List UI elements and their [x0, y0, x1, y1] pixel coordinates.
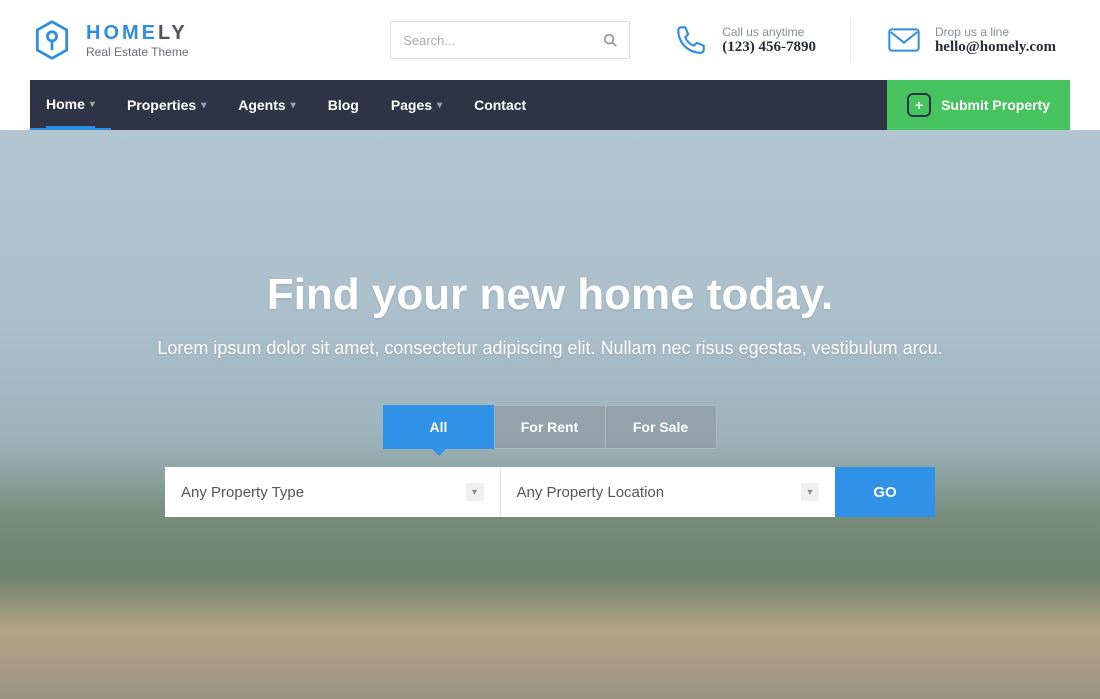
search-box	[390, 21, 630, 59]
hero: Find your new home today. Lorem ipsum do…	[0, 130, 1100, 699]
contact-phone[interactable]: Call us anytime (123) 456-7890	[658, 21, 830, 59]
nav-blog[interactable]: Blog	[312, 80, 375, 130]
nav-pages[interactable]: Pages▾	[375, 80, 458, 130]
contact-email[interactable]: Drop us a line hello@homely.com	[871, 21, 1070, 59]
filter-tabs: All For Rent For Sale	[384, 405, 717, 449]
submit-property-button[interactable]: + Submit Property	[887, 80, 1070, 130]
go-button[interactable]: GO	[835, 467, 935, 517]
nav-agents[interactable]: Agents▾	[222, 80, 311, 130]
mail-icon	[885, 21, 923, 59]
email-value: hello@homely.com	[935, 39, 1056, 56]
chevron-down-icon: ▾	[466, 483, 484, 501]
topbar: HOMELY Real Estate Theme Call us anytime…	[0, 0, 1100, 80]
pin-hex-icon	[30, 18, 74, 62]
plus-icon: +	[907, 93, 931, 117]
search-input[interactable]	[391, 33, 591, 48]
search-icon	[603, 33, 617, 47]
hero-title: Find your new home today.	[267, 270, 833, 320]
email-label: Drop us a line	[935, 25, 1056, 39]
chevron-down-icon: ▾	[437, 100, 442, 111]
nav-properties[interactable]: Properties▾	[111, 80, 222, 130]
contacts: Call us anytime (123) 456-7890 Drop us a…	[658, 18, 1070, 62]
nav-home[interactable]: Home▾	[30, 80, 111, 130]
navbar: Home▾ Properties▾ Agents▾ Blog Pages▾ Co…	[30, 80, 1070, 130]
phone-icon	[672, 21, 710, 59]
brand-title: HOMELY	[86, 22, 189, 45]
tab-all[interactable]: All	[383, 405, 495, 449]
chevron-down-icon: ▾	[291, 100, 296, 111]
chevron-down-icon: ▾	[90, 99, 95, 110]
phone-label: Call us anytime	[722, 25, 816, 39]
tab-for-sale[interactable]: For Sale	[605, 405, 717, 449]
filters: Any Property Type ▾ Any Property Locatio…	[165, 467, 935, 517]
logo[interactable]: HOMELY Real Estate Theme	[30, 18, 189, 62]
tab-for-rent[interactable]: For Rent	[494, 405, 606, 449]
chevron-down-icon: ▾	[201, 100, 206, 111]
phone-value: (123) 456-7890	[722, 39, 816, 56]
search-button[interactable]	[591, 22, 629, 58]
nav-contact[interactable]: Contact	[458, 80, 542, 130]
brand-subtitle: Real Estate Theme	[86, 45, 189, 59]
property-location-select[interactable]: Any Property Location ▾	[501, 467, 836, 517]
property-type-select[interactable]: Any Property Type ▾	[165, 467, 501, 517]
hero-subtitle: Lorem ipsum dolor sit amet, consectetur …	[157, 338, 942, 359]
chevron-down-icon: ▾	[801, 483, 819, 501]
divider	[850, 18, 851, 62]
